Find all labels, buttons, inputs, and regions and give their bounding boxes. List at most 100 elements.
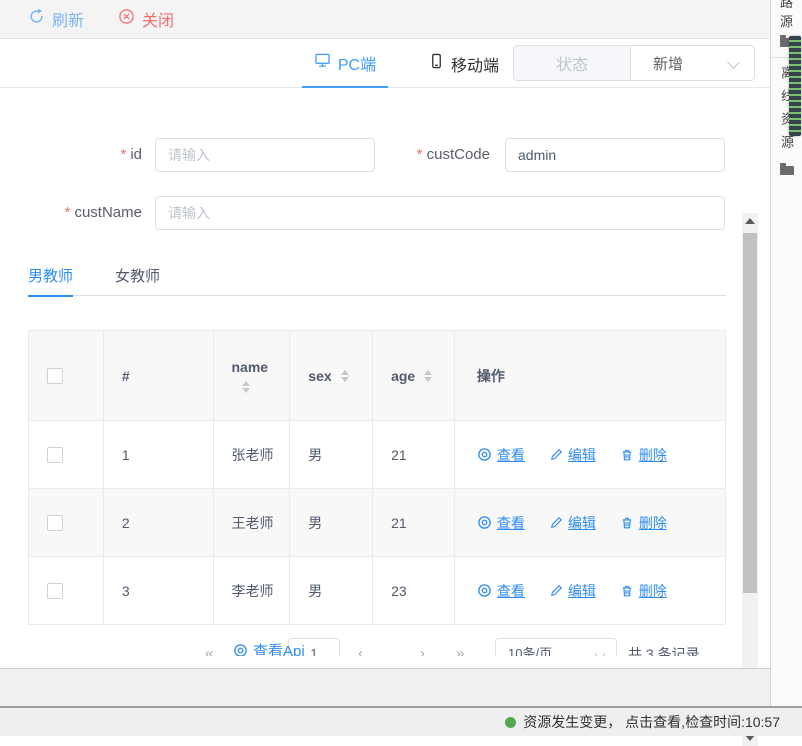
pagination-next[interactable]: › xyxy=(420,638,425,656)
monitor-icon xyxy=(314,52,331,73)
sort-carets-age[interactable] xyxy=(424,370,432,382)
view-api-button[interactable]: 查看Api xyxy=(233,640,305,656)
table-row: 3 李老师 男 23 查看 编辑 删除 xyxy=(29,557,725,625)
cell-age: 21 xyxy=(373,489,455,557)
table-row: 2 王老师 男 21 查看 编辑 删除 xyxy=(29,489,725,557)
vertical-scrollbar[interactable] xyxy=(742,213,758,746)
select-all-checkbox[interactable] xyxy=(47,368,63,384)
status-message[interactable]: 资源发生变更， 点击查看,检查时间:10:57 xyxy=(523,712,780,732)
eye-icon xyxy=(477,515,492,530)
header-name: name xyxy=(214,331,291,421)
cell-operations: 查看 编辑 删除 xyxy=(455,489,725,557)
triangle-up-icon xyxy=(745,218,755,224)
mobile-icon xyxy=(429,53,444,74)
pagination-last[interactable]: » xyxy=(456,638,464,656)
teacher-table: # name sex age 操作 xyxy=(28,330,726,625)
view-button[interactable]: 查看 xyxy=(477,445,525,465)
table-row: 1 张老师 男 21 查看 编辑 删除 xyxy=(29,421,725,489)
custname-input[interactable] xyxy=(155,196,725,230)
teacher-tabs: 男教师 女教师 xyxy=(28,255,726,296)
trash-icon xyxy=(620,584,634,598)
sort-carets-name[interactable] xyxy=(242,381,250,393)
pencil-icon xyxy=(549,584,563,598)
tab-pc-label: PC端 xyxy=(338,51,376,75)
table-header-row: # name sex age 操作 xyxy=(29,331,725,421)
chevron-down-icon xyxy=(727,56,740,69)
delete-button[interactable]: 删除 xyxy=(620,513,667,533)
sidebar-item-resource-label[interactable]: 源 xyxy=(780,11,793,30)
tab-mobile-label: 移动端 xyxy=(451,52,499,76)
tab-male-teacher[interactable]: 男教师 xyxy=(28,255,73,296)
cell-name: 张老师 xyxy=(214,421,291,489)
row-checkbox[interactable] xyxy=(47,515,63,531)
status-dot-icon xyxy=(505,717,516,728)
required-marker: * xyxy=(120,146,126,163)
pagination-total: 共 3 条记录 xyxy=(628,638,700,656)
cell-name: 王老师 xyxy=(214,489,291,557)
toolbar: 刷新 关闭 xyxy=(0,0,770,39)
tab-female-teacher[interactable]: 女教师 xyxy=(115,255,160,296)
edit-button[interactable]: 编辑 xyxy=(549,445,596,465)
header-operations: 操作 xyxy=(455,331,725,421)
cell-sex: 男 xyxy=(290,557,373,625)
header-checkbox-cell xyxy=(29,331,104,421)
bottom-panel xyxy=(0,668,802,706)
scrollbar-thumb[interactable] xyxy=(743,233,757,593)
refresh-icon xyxy=(28,8,45,30)
device-tabbar: PC端 移动端 状态 新增 xyxy=(0,39,770,88)
refresh-label: 刷新 xyxy=(52,7,84,31)
scroll-up-button[interactable] xyxy=(742,213,758,229)
id-input[interactable] xyxy=(155,138,375,172)
folder-icon[interactable] xyxy=(780,166,794,175)
chevron-down-icon xyxy=(594,648,605,656)
required-marker: * xyxy=(417,146,423,163)
refresh-button[interactable]: 刷新 xyxy=(28,7,84,31)
custcode-input[interactable] xyxy=(505,138,725,172)
status-addon-label: 状态 xyxy=(514,46,631,80)
action-select[interactable]: 新增 xyxy=(631,46,754,80)
close-button[interactable]: 关闭 xyxy=(118,7,174,31)
close-label: 关闭 xyxy=(142,7,174,31)
edit-button[interactable]: 编辑 xyxy=(549,513,596,533)
pencil-icon xyxy=(549,448,563,462)
view-button[interactable]: 查看 xyxy=(477,513,525,533)
sidebar-item-resource-partial: 路 xyxy=(771,0,802,8)
cell-index: 1 xyxy=(104,421,214,489)
cell-operations: 查看 编辑 删除 xyxy=(455,421,725,489)
trash-icon xyxy=(620,516,634,530)
edit-button[interactable]: 编辑 xyxy=(549,581,596,601)
row-checkbox[interactable] xyxy=(47,447,63,463)
custname-label: *custName xyxy=(0,196,142,230)
eye-icon xyxy=(477,583,492,598)
status-action-group: 状态 新增 xyxy=(513,45,755,81)
row-checkbox[interactable] xyxy=(47,583,63,599)
cell-operations: 查看 编辑 删除 xyxy=(455,557,725,625)
header-age: age xyxy=(373,331,455,421)
header-sex: sex xyxy=(290,331,373,421)
cell-sex: 男 xyxy=(290,489,373,557)
view-button[interactable]: 查看 xyxy=(477,581,525,601)
cell-name: 李老师 xyxy=(214,557,291,625)
close-circle-icon xyxy=(118,8,135,30)
tab-mobile[interactable]: 移动端 xyxy=(416,39,512,88)
page-size-select[interactable]: 10条/页 xyxy=(495,638,617,656)
id-label: *id xyxy=(0,138,142,172)
pagination-first[interactable]: « xyxy=(205,638,213,656)
pencil-icon xyxy=(549,516,563,530)
minimap-thumbnail[interactable] xyxy=(789,36,801,136)
delete-button[interactable]: 删除 xyxy=(620,445,667,465)
cell-age: 23 xyxy=(373,557,455,625)
cell-sex: 男 xyxy=(290,421,373,489)
cell-index: 3 xyxy=(104,557,214,625)
custcode-label: *custCode xyxy=(380,138,490,172)
scroll-viewport: *id *custCode *custName 男教师 女教师 # xyxy=(0,88,742,656)
tab-pc[interactable]: PC端 xyxy=(302,39,388,88)
required-marker: * xyxy=(65,204,71,221)
trash-icon xyxy=(620,448,634,462)
pagination-prev[interactable]: ‹ xyxy=(358,638,363,656)
eye-icon xyxy=(477,447,492,462)
delete-button[interactable]: 删除 xyxy=(620,581,667,601)
status-bar: 资源发生变更， 点击查看,检查时间:10:57 xyxy=(0,706,802,736)
eye-icon xyxy=(233,643,248,656)
sort-carets-sex[interactable] xyxy=(341,370,349,382)
